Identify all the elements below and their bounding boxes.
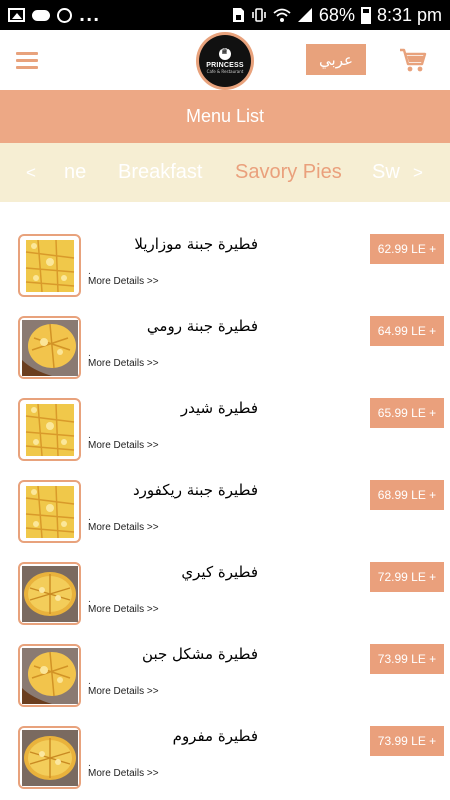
crown-icon xyxy=(219,46,231,60)
logo-subtitle: Cafe & Restaurant xyxy=(206,69,244,74)
item-name: فطيرة مفروم xyxy=(172,727,258,745)
list-item[interactable]: فطيرة شيدر . More Details >> 65.99 LE + xyxy=(0,398,450,480)
add-to-cart-price-button[interactable]: 68.99 LE + xyxy=(370,480,444,510)
item-name: فطيرة كيري xyxy=(181,563,258,581)
item-image[interactable] xyxy=(18,398,81,461)
add-to-cart-price-button[interactable]: 73.99 LE + xyxy=(370,644,444,674)
menu-list-title: Menu List xyxy=(0,90,450,143)
item-name: فطيرة شيدر xyxy=(180,399,258,417)
add-to-cart-price-button[interactable]: 62.99 LE + xyxy=(370,234,444,264)
wifi-icon xyxy=(273,8,291,22)
sim-icon xyxy=(232,8,244,22)
list-item[interactable]: فطيرة كيري . More Details >> 72.99 LE + xyxy=(0,562,450,644)
category-tab-breakfast[interactable]: Breakfast xyxy=(118,143,202,202)
menu-icon[interactable] xyxy=(16,52,38,69)
item-name: فطيرة جبنة ريكفورد xyxy=(132,481,258,499)
list-item[interactable]: فطيرة مشكل جبن . More Details >> 73.99 L… xyxy=(0,644,450,726)
cloud-icon xyxy=(32,9,50,21)
app-header: PRINCESS Cafe & Restaurant عربي xyxy=(0,30,450,90)
language-button[interactable]: عربي xyxy=(306,44,366,75)
sync-icon xyxy=(57,7,72,23)
clock: 8:31 pm xyxy=(376,4,442,25)
status-bar: ... 68% 8:31 pm xyxy=(0,0,450,30)
restaurant-logo: PRINCESS Cafe & Restaurant xyxy=(196,32,254,90)
vibrate-icon xyxy=(252,8,266,22)
add-to-cart-price-button[interactable]: 64.99 LE + xyxy=(370,316,444,346)
cart-icon[interactable] xyxy=(399,47,427,73)
item-name: فطيرة جبنة رومي xyxy=(146,317,258,335)
list-item[interactable]: فطيرة مفروم . More Details >> 73.99 LE + xyxy=(0,726,450,800)
next-category-arrow[interactable]: > xyxy=(413,143,423,202)
more-details-link[interactable]: More Details >> xyxy=(88,358,159,369)
add-to-cart-price-button[interactable]: 73.99 LE + xyxy=(370,726,444,756)
more-details-link[interactable]: More Details >> xyxy=(88,604,159,615)
battery-percentage: 68% xyxy=(318,4,355,25)
item-image[interactable] xyxy=(18,480,81,543)
menu-items-list: فطيرة جبنة موزاريلا . More Details >> 62… xyxy=(0,202,450,800)
add-to-cart-price-button[interactable]: 65.99 LE + xyxy=(370,398,444,428)
more-details-link[interactable]: More Details >> xyxy=(88,440,159,451)
item-image[interactable] xyxy=(18,726,81,789)
list-item[interactable]: فطيرة جبنة ريكفورد . More Details >> 68.… xyxy=(0,480,450,562)
item-image[interactable] xyxy=(18,644,81,707)
item-name: فطيرة مشكل جبن xyxy=(142,645,258,663)
item-name: فطيرة جبنة موزاريلا xyxy=(134,235,258,253)
more-dots-icon: ... xyxy=(79,5,101,25)
category-tab-savory-pies[interactable]: Savory Pies xyxy=(235,143,342,202)
signal-icon xyxy=(297,8,312,22)
more-details-link[interactable]: More Details >> xyxy=(88,768,159,779)
add-to-cart-price-button[interactable]: 72.99 LE + xyxy=(370,562,444,592)
logo-text: PRINCESS xyxy=(206,62,244,69)
category-tab-partial-left[interactable]: ne xyxy=(64,143,86,202)
more-details-link[interactable]: More Details >> xyxy=(88,522,159,533)
item-image[interactable] xyxy=(18,316,81,379)
list-item[interactable]: فطيرة جبنة موزاريلا . More Details >> 62… xyxy=(0,234,450,316)
category-tab-partial-right[interactable]: Sw xyxy=(372,143,400,202)
item-image[interactable] xyxy=(18,234,81,297)
prev-category-arrow[interactable]: < xyxy=(26,143,36,202)
more-details-link[interactable]: More Details >> xyxy=(88,686,159,697)
category-carousel: < ne Breakfast Savory Pies Sw > xyxy=(0,143,450,202)
more-details-link[interactable]: More Details >> xyxy=(88,276,159,287)
list-item[interactable]: فطيرة جبنة رومي . More Details >> 64.99 … xyxy=(0,316,450,398)
battery-icon xyxy=(360,6,371,24)
image-icon xyxy=(8,8,25,22)
item-image[interactable] xyxy=(18,562,81,625)
